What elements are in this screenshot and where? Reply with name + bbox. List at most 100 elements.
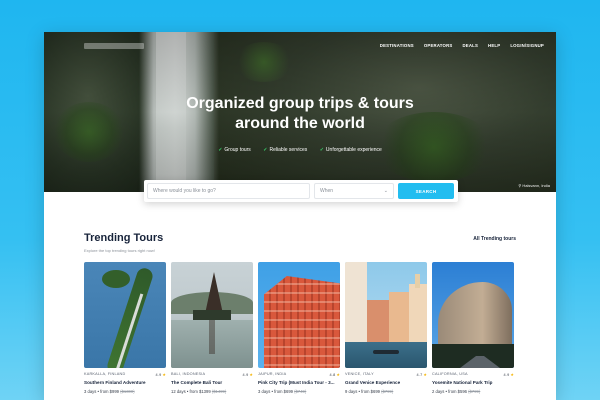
- section-title: Trending Tours: [84, 232, 164, 244]
- tour-price: 12 days • from $1399 ($1499): [171, 389, 227, 394]
- tour-location: BALI, INDONESIA: [171, 372, 206, 376]
- tour-price-value: from $699: [361, 389, 380, 394]
- image-pagoda: [205, 272, 223, 314]
- tour-days: 9 days: [345, 389, 358, 394]
- tour-rating-value: 4.7: [416, 373, 423, 377]
- tour-old-price: ($799): [381, 389, 394, 394]
- tour-card-yosemite[interactable]: CALIFORNIA, USA 4.9★ Yosemite National P…: [432, 262, 514, 394]
- hero-title: Organized group trips & tours around the…: [44, 94, 556, 134]
- tour-meta: KARKALLA, FINLAND 4.9★: [84, 372, 166, 377]
- tour-rating-value: 4.9: [155, 373, 162, 377]
- tour-price: 2 days • from $596 ($799): [432, 389, 481, 394]
- tour-card-jaipur[interactable]: JAIPUR, INDIA 4.8★ Pink City Trip (Must …: [258, 262, 340, 394]
- image-building: [367, 300, 389, 342]
- star-icon: ★: [510, 373, 514, 377]
- image-gondola: [373, 350, 399, 354]
- image-building: [409, 284, 427, 342]
- tour-image[interactable]: [345, 262, 427, 368]
- tour-rating: 4.9★: [156, 372, 167, 377]
- tour-image[interactable]: [171, 262, 253, 368]
- star-icon: ★: [336, 373, 340, 377]
- tour-old-price: ($1300): [120, 389, 135, 394]
- feature-label: Group tours: [224, 147, 251, 153]
- tour-rating: 4.8★: [330, 372, 341, 377]
- tour-days: 3 days: [84, 389, 97, 394]
- tour-name[interactable]: The Complete Bali Tour: [171, 380, 253, 385]
- hero-features: ✓ Group tours ✓ Reliable services ✓ Unforge…: [44, 138, 556, 156]
- image-island: [102, 270, 130, 288]
- photo-credit-text: Halsvann, India: [522, 183, 550, 188]
- tour-card-finland[interactable]: KARKALLA, FINLAND 4.9★ Southern Finland …: [84, 262, 166, 394]
- tour-image[interactable]: [84, 262, 166, 368]
- image-bell-tower: [415, 274, 420, 288]
- tour-days: 12 days: [171, 389, 186, 394]
- tour-old-price: ($1499): [211, 389, 227, 394]
- tour-image[interactable]: [258, 262, 340, 368]
- all-trending-tours-link[interactable]: All Trending tours: [473, 236, 516, 242]
- star-icon: ★: [423, 373, 427, 377]
- section-subtitle: Explore the top trending tours right now…: [84, 248, 155, 253]
- hero-title-line-1: Organized group trips & tours: [186, 95, 414, 112]
- tour-card-venice[interactable]: VENICE, ITALY 4.7★ Grand Venice Experien…: [345, 262, 427, 394]
- tour-price-value: from $1399: [189, 389, 211, 394]
- tour-rating-value: 4.9: [242, 373, 249, 377]
- feature-reliable-services: ✓ Reliable services: [263, 147, 307, 153]
- image-half-dome: [438, 282, 512, 352]
- tour-rating: 4.9★: [504, 372, 515, 377]
- chevron-down-icon: ⌄: [383, 188, 388, 194]
- nav-deals[interactable]: DEALS: [462, 43, 478, 48]
- tour-rating-value: 4.9: [503, 373, 510, 377]
- tour-location: VENICE, ITALY: [345, 372, 374, 376]
- check-icon: ✓: [218, 147, 223, 153]
- image-building: [389, 292, 409, 342]
- tour-name[interactable]: Southern Finland Adventure: [84, 380, 166, 385]
- tour-days: 3 days: [258, 389, 271, 394]
- check-icon: ✓: [319, 147, 324, 153]
- search-bar: Where would you like to go? When ⌄ SEARC…: [144, 180, 458, 202]
- tour-card-bali[interactable]: BALI, INDONESIA 4.9★ The Complete Bali T…: [171, 262, 253, 394]
- tour-image[interactable]: [432, 262, 514, 368]
- destination-search-input[interactable]: Where would you like to go?: [147, 183, 310, 199]
- nav-login-signup[interactable]: LOGIN/SIGNUP: [510, 43, 544, 48]
- image-canal: [345, 342, 427, 368]
- nav-help[interactable]: HELP: [488, 43, 500, 48]
- hero-banner: DESTINATIONS OPERATORS DEALS HELP LOGIN/…: [44, 32, 556, 192]
- tour-location: KARKALLA, FINLAND: [84, 372, 126, 376]
- tour-price: 3 days • from $999 ($1300): [84, 389, 135, 394]
- tour-name[interactable]: Pink City Trip (Must India Tour - 3...: [258, 380, 340, 385]
- tour-meta: CALIFORNIA, USA 4.9★: [432, 372, 514, 377]
- hero-title-line-2: around the world: [235, 115, 365, 132]
- tour-price: 9 days • from $699 ($799): [345, 389, 394, 394]
- star-icon: ★: [249, 373, 253, 377]
- image-palace-windows: [264, 276, 340, 368]
- tour-price-value: from $596: [448, 389, 467, 394]
- tour-meta: VENICE, ITALY 4.7★: [345, 372, 427, 377]
- tour-name[interactable]: Grand Venice Experience: [345, 380, 427, 385]
- star-icon: ★: [162, 373, 166, 377]
- tour-location: JAIPUR, INDIA: [258, 372, 287, 376]
- nav-destinations[interactable]: DESTINATIONS: [380, 43, 414, 48]
- image-temple-base: [193, 310, 231, 320]
- tour-rating: 4.9★: [243, 372, 254, 377]
- tour-old-price: ($749): [294, 389, 307, 394]
- tour-meta: BALI, INDONESIA 4.9★: [171, 372, 253, 377]
- tour-price-value: from $699: [274, 389, 293, 394]
- browser-page: DESTINATIONS OPERATORS DEALS HELP LOGIN/…: [44, 32, 556, 400]
- tour-location: CALIFORNIA, USA: [432, 372, 468, 376]
- tour-price-value: from $999: [100, 389, 119, 394]
- feature-unforgettable-experience: ✓ Unforgettable experience: [320, 147, 382, 153]
- photo-credit: ⚲ Halsvann, India: [518, 183, 550, 188]
- tour-rating-value: 4.8: [329, 373, 336, 377]
- map-pin-icon: ⚲: [518, 183, 522, 188]
- feature-label: Unforgettable experience: [325, 147, 382, 153]
- when-dropdown[interactable]: When ⌄: [314, 183, 394, 199]
- tour-rating: 4.7★: [417, 372, 428, 377]
- tour-meta: JAIPUR, INDIA 4.8★: [258, 372, 340, 377]
- search-button[interactable]: SEARCH: [398, 183, 454, 199]
- tour-price: 3 days • from $699 ($749): [258, 389, 307, 394]
- site-logo[interactable]: [84, 43, 144, 49]
- tour-name[interactable]: Yosemite National Park Trip: [432, 380, 514, 385]
- feature-label: Reliable services: [269, 147, 308, 153]
- nav-operators[interactable]: OPERATORS: [424, 43, 453, 48]
- tour-old-price: ($799): [468, 389, 481, 394]
